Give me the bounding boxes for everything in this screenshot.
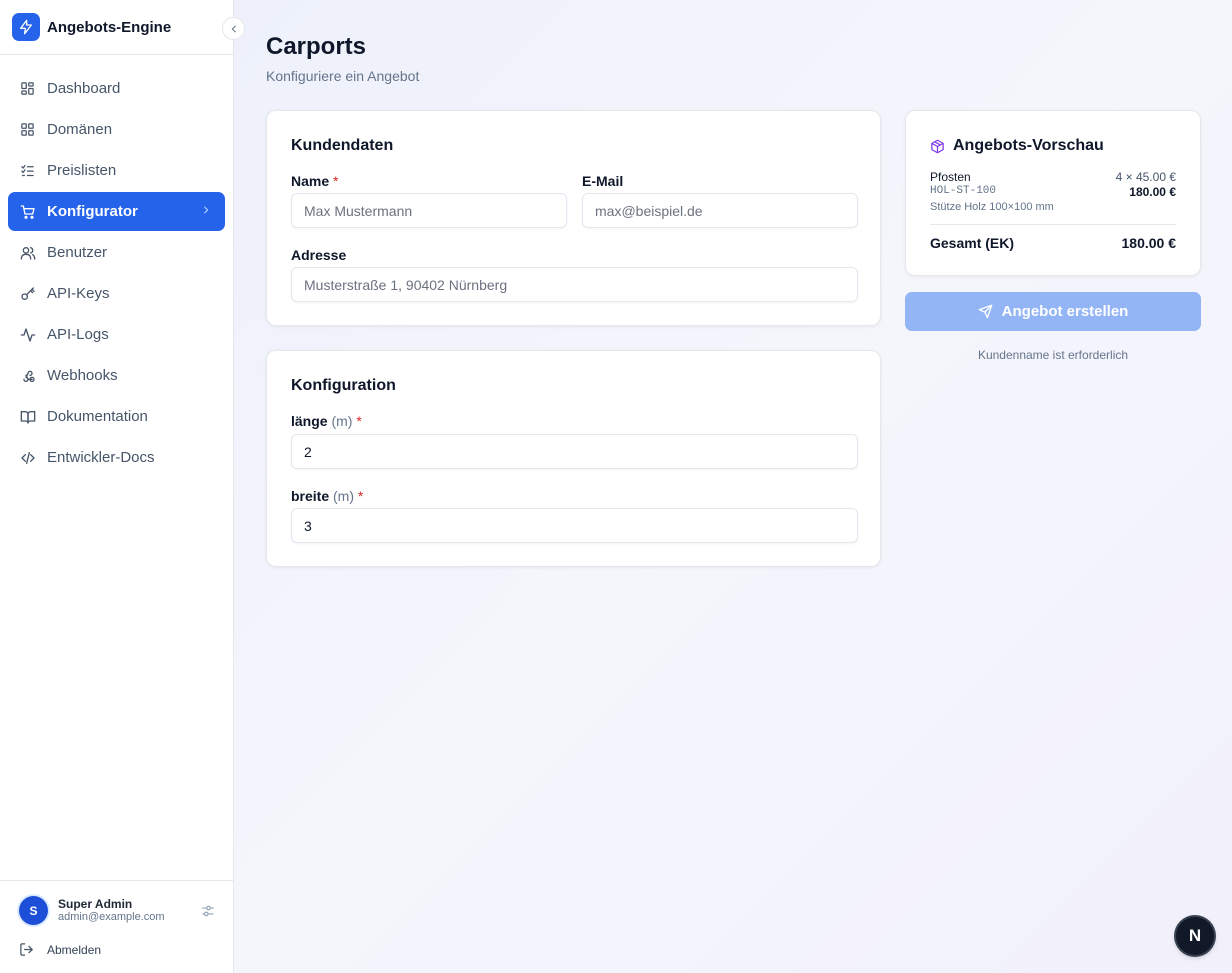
shopping-cart-icon xyxy=(19,203,36,220)
line-item-qty-price: 4 × 45.00 € xyxy=(1115,170,1176,184)
sidebar-item-label: Dokumentation xyxy=(47,408,148,425)
laenge-unit: (m) xyxy=(331,413,353,429)
sidebar-item-label: Domänen xyxy=(47,121,113,138)
send-icon xyxy=(978,304,993,319)
layout-grid-icon xyxy=(19,80,36,97)
webhook-icon xyxy=(19,367,36,384)
breite-label: breite (m) * xyxy=(291,488,363,504)
book-icon xyxy=(19,408,36,425)
line-item-name: Pfosten xyxy=(930,170,971,184)
breite-label-text: breite xyxy=(291,488,330,504)
collapse-sidebar-button[interactable] xyxy=(222,17,245,40)
breite-input[interactable] xyxy=(291,508,858,543)
sidebar-item-label: API-Logs xyxy=(47,326,109,343)
email-input[interactable] xyxy=(582,193,858,228)
sidebar-item-label: API-Keys xyxy=(47,285,110,302)
sidebar-item-api-keys[interactable]: API-Keys xyxy=(8,274,225,313)
sidebar-item-domaenen[interactable]: Domänen xyxy=(8,110,225,149)
total-value: 180.00 € xyxy=(1121,235,1177,251)
laenge-input[interactable] xyxy=(291,434,858,469)
sidebar-item-webhooks[interactable]: Webhooks xyxy=(8,356,225,395)
sidebar-item-entwickler-docs[interactable]: Entwickler-Docs xyxy=(8,438,225,477)
line-item-description: Stütze Holz 100×100 mm xyxy=(930,201,1054,213)
laenge-label: länge (m) * xyxy=(291,413,362,429)
users-icon xyxy=(19,244,36,261)
sidebar-item-label: Benutzer xyxy=(47,244,108,261)
validation-hint: Kundenname ist erforderlich xyxy=(977,348,1129,362)
activity-icon xyxy=(19,326,36,343)
code-icon xyxy=(19,449,36,466)
sidebar-footer: S Super Admin admin@example.com Abmelden xyxy=(0,880,233,973)
lightning-icon xyxy=(12,13,40,41)
sidebar-item-dokumentation[interactable]: Dokumentation xyxy=(8,397,225,436)
page-title: Carports xyxy=(266,33,367,60)
logout-icon xyxy=(20,943,33,956)
line-item-total: 180.00 € xyxy=(1129,185,1176,199)
logout-button[interactable]: Abmelden xyxy=(19,942,101,957)
sidebar-item-label: Entwickler-Docs xyxy=(47,449,155,466)
name-label: Name * xyxy=(291,173,338,189)
package-icon xyxy=(931,139,944,153)
sidebar-item-dashboard[interactable]: Dashboard xyxy=(8,69,225,108)
customer-card-title: Kundendaten xyxy=(291,137,394,154)
settings-sliders-icon[interactable] xyxy=(201,904,215,923)
sidebar-item-preislisten[interactable]: Preislisten xyxy=(8,151,225,190)
sidebar-nav: Dashboard Domänen Preislisten Konfigurat… xyxy=(0,55,233,477)
sidebar-item-label: Preislisten xyxy=(47,162,117,179)
name-input[interactable] xyxy=(291,193,567,228)
sidebar-item-api-logs[interactable]: API-Logs xyxy=(8,315,225,354)
line-item-sku: HOL-ST-100 xyxy=(930,185,997,197)
name-label-text: Name xyxy=(291,173,330,189)
main-content: Carports Konfiguriere ein Angebot Kunden… xyxy=(234,0,1232,973)
configuration-card-title: Konfiguration xyxy=(291,377,396,394)
sidebar: Angebots-Engine Dashboard Domänen Preisl… xyxy=(0,0,245,973)
email-label: E-Mail xyxy=(582,173,624,189)
preview-header: Angebots-Vorschau xyxy=(930,137,1104,155)
chevron-right-icon xyxy=(204,206,209,214)
user-profile: S Super Admin admin@example.com xyxy=(19,896,219,926)
user-name: Super Admin xyxy=(58,897,133,911)
chevron-left-icon xyxy=(231,25,236,32)
sidebar-item-konfigurator[interactable]: Konfigurator xyxy=(8,192,225,231)
customer-card: Kundendaten Name * E-Mail Adresse xyxy=(266,110,881,326)
page-subtitle: Konfiguriere ein Angebot xyxy=(266,68,420,84)
total-label: Gesamt (EK) xyxy=(930,235,1015,251)
logout-label: Abmelden xyxy=(47,942,102,957)
required-marker: * xyxy=(357,488,364,504)
address-input[interactable] xyxy=(291,267,858,302)
configuration-card: Konfiguration länge (m) * breite (m) * xyxy=(266,350,881,567)
sidebar-item-label: Webhooks xyxy=(47,367,118,384)
brand-header: Angebots-Engine xyxy=(0,0,245,55)
create-offer-label: Angebot erstellen xyxy=(1001,303,1129,320)
preview-card: Angebots-Vorschau Pfosten 4 × 45.00 € HO… xyxy=(905,110,1201,276)
sidebar-item-label: Konfigurator xyxy=(47,203,138,220)
key-icon xyxy=(19,285,36,302)
breite-unit: (m) xyxy=(333,488,355,504)
address-label: Adresse xyxy=(291,247,347,263)
required-marker: * xyxy=(356,413,362,429)
sidebar-item-label: Dashboard xyxy=(47,80,121,97)
sidebar-item-benutzer[interactable]: Benutzer xyxy=(8,233,225,272)
divider xyxy=(930,224,1176,225)
avatar: S xyxy=(19,896,48,925)
create-offer-button[interactable]: Angebot erstellen xyxy=(905,292,1201,331)
nextjs-dev-badge[interactable]: N xyxy=(1176,917,1214,955)
list-checks-icon xyxy=(19,162,36,179)
app-title: Angebots-Engine xyxy=(47,18,172,36)
grid-icon xyxy=(19,121,36,138)
user-email: admin@example.com xyxy=(58,911,165,923)
laenge-label-text: länge xyxy=(291,413,328,429)
required-marker: * xyxy=(333,173,339,189)
preview-title: Angebots-Vorschau xyxy=(953,137,1104,154)
